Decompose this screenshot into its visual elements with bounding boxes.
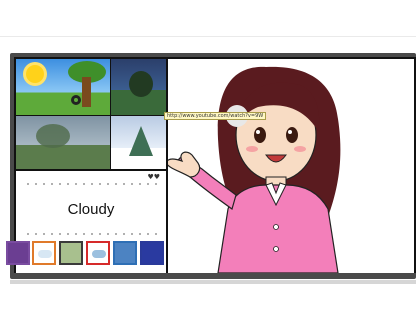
dark-blue-thumbnail[interactable] — [140, 241, 164, 265]
snow-tree-icon — [129, 126, 153, 156]
dotted-divider-top — [24, 183, 160, 185]
video-screen[interactable]: ♥♥ Cloudy http://www.youtube.com/watch?v… — [6, 57, 416, 273]
weather-word: Cloudy — [67, 201, 115, 218]
rain-tree-icon — [36, 124, 70, 148]
snowy-scene — [111, 116, 166, 169]
weather-word-card: ♥♥ Cloudy — [6, 171, 166, 273]
tree-trunk — [82, 77, 91, 107]
flying-saucer-icon[interactable] — [86, 241, 110, 265]
top-divider — [0, 36, 416, 37]
night-tree-icon — [129, 71, 153, 97]
night-scene — [111, 59, 166, 115]
tire-swing-icon — [71, 95, 81, 105]
rainy-scene — [16, 116, 110, 169]
video-player[interactable]: ♥♥ Cloudy http://www.youtube.com/watch?v… — [6, 53, 416, 279]
hearts-icon: ♥♥ — [147, 173, 160, 181]
purple-scene-thumbnail[interactable] — [6, 241, 30, 265]
sun-icon — [26, 65, 44, 83]
left-panel: ♥♥ Cloudy — [6, 59, 166, 273]
sunny-scene — [16, 59, 110, 115]
season-scenes — [16, 59, 166, 169]
progress-track[interactable] — [10, 280, 416, 284]
teacher-illustration — [168, 66, 341, 273]
teacher-illustration-panel — [168, 59, 414, 273]
dotted-divider-bottom — [24, 233, 160, 235]
rain-cloud-icon[interactable] — [59, 241, 83, 265]
cloud-sun-icon[interactable] — [32, 241, 56, 265]
blue-scene-thumbnail[interactable] — [113, 241, 137, 265]
url-tooltip: http://www.youtube.com/watch?v=9W — [164, 112, 267, 120]
weather-thumbnail-strip — [6, 241, 166, 265]
